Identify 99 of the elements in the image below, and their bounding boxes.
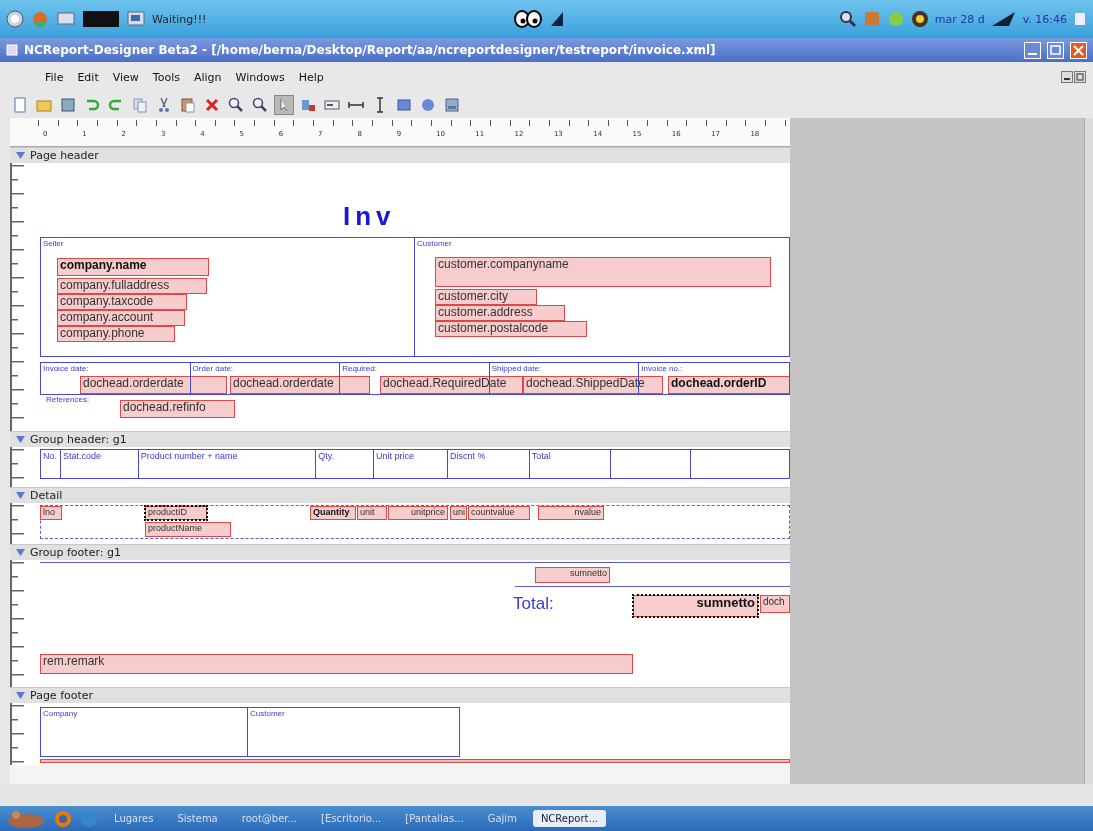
menu-item[interactable]: Windows [230, 68, 290, 86]
menu-item[interactable]: Align [188, 68, 227, 86]
section-bar[interactable]: Group header: g1 [10, 431, 790, 447]
data-field[interactable]: uni [450, 506, 467, 520]
data-field[interactable]: customer.postalcode [435, 321, 587, 337]
data-field[interactable]: countvalue [468, 506, 530, 520]
label-text: Stat.code [62, 452, 102, 462]
data-field[interactable]: company.taxcode [57, 294, 187, 310]
launcher-icon[interactable] [30, 10, 50, 28]
screen-icon[interactable] [126, 10, 146, 28]
section-title: Group header: g1 [30, 433, 127, 446]
save-icon[interactable] [58, 95, 78, 115]
data-field[interactable]: unitprice [388, 506, 448, 520]
vertical-ruler [10, 703, 24, 765]
vertical-ruler [10, 503, 24, 544]
label-text: Invoice no.: [641, 365, 684, 374]
clock-text: mar 28 d [934, 12, 985, 26]
section-title: Page footer [30, 689, 94, 702]
field-strip[interactable] [40, 759, 790, 763]
data-field[interactable]: customer.companyname [435, 257, 771, 287]
search-icon[interactable] [838, 10, 857, 28]
data-field[interactable]: company.phone [57, 326, 175, 342]
frame-box[interactable]: No. Stat.code Product number + name Qty. Unit price Discnt % Total [40, 449, 790, 479]
label-text: Product number + name [140, 452, 239, 462]
frame-box[interactable]: Company Customer [40, 707, 460, 757]
app-icon [6, 44, 18, 56]
label-text: Invoice date: [43, 365, 90, 374]
expand-icon[interactable] [16, 548, 25, 557]
terminal-icon[interactable] [82, 10, 120, 28]
monitor-icon[interactable] [56, 10, 76, 28]
section-title: Detail [30, 489, 63, 502]
label-text: Company [43, 710, 79, 719]
app-icon[interactable] [862, 10, 881, 28]
data-field[interactable]: dochead.orderdate [80, 376, 227, 394]
close-icon[interactable] [1070, 41, 1087, 59]
menu-item[interactable]: Tools [147, 68, 185, 86]
browser-icon[interactable] [54, 809, 72, 828]
section-bar[interactable]: Group footer: g1 [10, 544, 790, 560]
maximize-icon[interactable] [1047, 41, 1064, 59]
expand-icon[interactable] [16, 691, 25, 700]
data-field[interactable]: lno [40, 506, 62, 520]
taskbar-button[interactable]: NCReport... [532, 810, 607, 827]
data-field[interactable]: customer.address [435, 305, 565, 321]
menu-item[interactable]: View [107, 68, 144, 86]
menu-item[interactable]: Edit [72, 68, 104, 86]
volume-icon [548, 10, 565, 28]
eyes-icon [512, 10, 543, 28]
data-field[interactable]: sumnetto [633, 595, 758, 617]
expand-icon[interactable] [16, 151, 25, 160]
data-field[interactable]: company.fulladdress [57, 278, 207, 294]
section-bar[interactable]: Detail [10, 487, 790, 503]
section-bar[interactable]: Page header [10, 147, 790, 163]
expand-icon[interactable] [16, 435, 25, 444]
heading-text: Total: [513, 594, 554, 614]
section-bar[interactable]: Page footer [10, 687, 790, 703]
chat-icon[interactable] [910, 10, 929, 28]
clock-text: v. 16:46 [1022, 12, 1067, 26]
mdi-controls-icon[interactable] [1061, 71, 1087, 83]
section-title: Page header [30, 149, 99, 162]
data-field[interactable]: productName [145, 522, 231, 537]
system-icon[interactable] [6, 10, 24, 28]
image-icon[interactable] [442, 95, 462, 115]
data-field[interactable]: company.account [57, 310, 185, 326]
section-title: Group footer: g1 [30, 546, 121, 559]
label-text: References: [46, 395, 90, 404]
data-field[interactable]: company.name [57, 258, 209, 276]
vertical-scrollbar[interactable] [1084, 118, 1093, 784]
label-text: Qty. [318, 452, 336, 462]
data-field[interactable]: dochead.orderID [668, 376, 790, 394]
data-field[interactable]: rem.remark [40, 654, 633, 674]
expand-icon[interactable] [16, 491, 25, 500]
vertical-ruler [10, 447, 24, 487]
menu-item[interactable]: File [40, 68, 69, 86]
data-field[interactable]: unit [357, 506, 387, 520]
data-field[interactable]: nvalue [538, 506, 604, 520]
data-field[interactable]: customer.city [435, 289, 537, 305]
label-text: No. [43, 452, 58, 462]
data-field[interactable]: sumnetto [535, 567, 610, 583]
status-text: Waiting!!! [152, 12, 207, 26]
label-text: Customer [417, 240, 453, 249]
data-field[interactable]: dochead.refinfo [120, 400, 235, 418]
minimize-icon[interactable] [1024, 41, 1041, 59]
copy-icon[interactable] [130, 95, 150, 115]
label-text: Customer [250, 710, 286, 719]
label-text: Total [531, 452, 552, 462]
label-text: Shipped date: [491, 365, 543, 374]
data-field[interactable]: Quantity [310, 506, 356, 520]
data-field[interactable]: productID [145, 506, 207, 520]
label-text: Required: [342, 365, 378, 374]
label-text: Discnt % [449, 452, 487, 462]
heading-text: Inv [343, 201, 396, 232]
paste-icon[interactable] [178, 95, 198, 115]
label-text: Seller [43, 240, 65, 249]
window-title: NCReport-Designer Beta2 - [/home/berna/Desktop/Report/aa/ncreportdesigner/testreport/invoice.xml] [24, 43, 716, 57]
menu-item[interactable]: Help [293, 68, 329, 86]
label-text: Order date: [192, 365, 235, 374]
label-text: Unit price [376, 452, 416, 462]
data-field[interactable]: dochead.orderdate [230, 376, 370, 394]
data-field[interactable]: doch [760, 595, 790, 613]
